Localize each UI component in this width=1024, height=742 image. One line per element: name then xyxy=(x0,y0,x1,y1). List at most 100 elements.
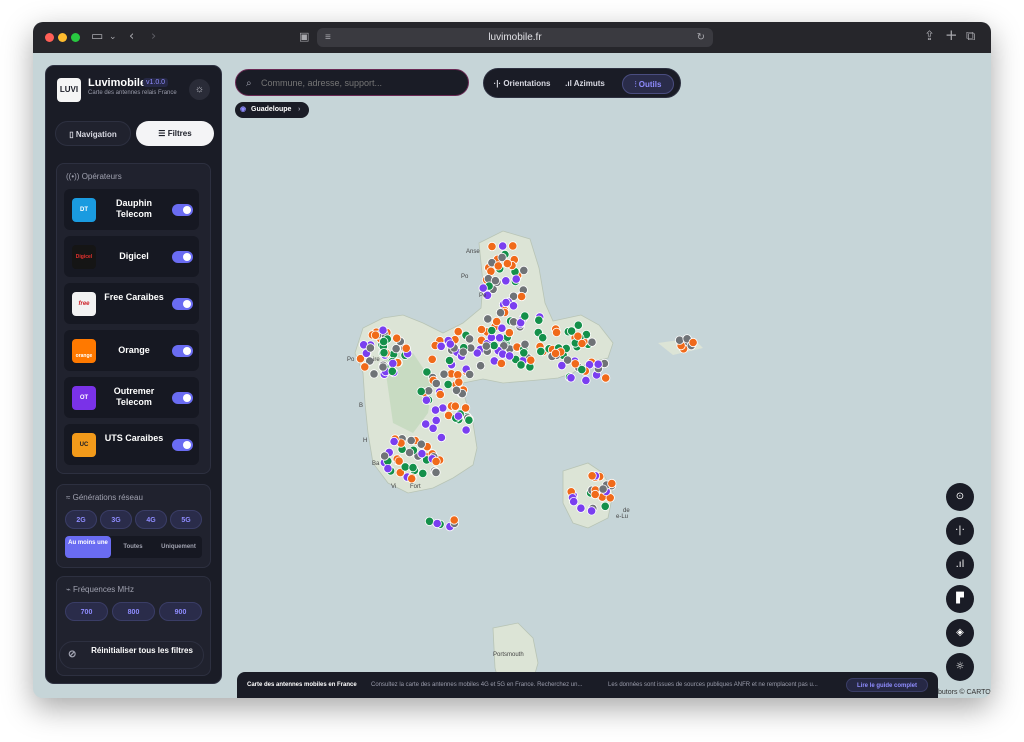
match-mode-all[interactable]: Toutes xyxy=(111,536,155,558)
antenna-marker[interactable] xyxy=(408,462,418,473)
antenna-marker[interactable] xyxy=(576,503,586,513)
antenna-marker[interactable] xyxy=(496,358,506,368)
generation-3g-button[interactable]: 3G xyxy=(100,510,132,529)
antenna-marker[interactable] xyxy=(577,364,587,375)
antenna-marker[interactable] xyxy=(600,501,610,511)
antenna-marker[interactable] xyxy=(430,405,441,415)
read-guide-button[interactable]: Lire le guide complet xyxy=(846,678,928,692)
map-attribution[interactable]: butors © CARTO xyxy=(938,689,991,696)
antenna-marker[interactable] xyxy=(501,276,511,286)
antenna-marker[interactable] xyxy=(489,340,499,351)
operator-card-uts-caraibes[interactable]: UC UTS Caraibes xyxy=(64,424,199,465)
antenna-marker[interactable] xyxy=(557,360,567,371)
antenna-marker[interactable] xyxy=(427,354,437,364)
antenna-marker[interactable] xyxy=(392,333,402,343)
antenna-marker[interactable] xyxy=(590,489,600,500)
operator-card-digicel[interactable]: Digicel Digicel xyxy=(64,236,199,277)
antenna-marker[interactable] xyxy=(379,336,389,347)
orientations-button[interactable]: ·|· Orientations xyxy=(490,74,554,94)
antenna-marker[interactable] xyxy=(688,337,698,348)
antenna-marker[interactable] xyxy=(476,324,487,335)
antenna-marker[interactable] xyxy=(573,320,583,330)
antenna-marker[interactable] xyxy=(598,484,608,494)
antenna-marker[interactable] xyxy=(383,463,393,474)
antenna-marker[interactable] xyxy=(508,241,518,251)
operator-toggle[interactable] xyxy=(172,204,193,216)
antenna-marker[interactable] xyxy=(534,315,544,325)
antenna-marker[interactable] xyxy=(593,359,603,369)
privacy-icon[interactable]: ▣ xyxy=(299,29,309,45)
antenna-marker[interactable] xyxy=(387,366,397,376)
antenna-marker[interactable] xyxy=(495,308,506,318)
antenna-marker[interactable] xyxy=(454,377,464,387)
antenna-marker[interactable] xyxy=(536,346,546,356)
antenna-marker[interactable] xyxy=(502,259,512,269)
orientations-fab-button[interactable]: ·|· xyxy=(946,517,974,545)
theme-fab-button[interactable]: ☼ xyxy=(946,653,974,681)
antenna-marker[interactable] xyxy=(453,411,463,421)
antenna-marker[interactable] xyxy=(421,419,431,429)
antenna-marker[interactable] xyxy=(378,325,388,335)
locate-button[interactable]: ⊙ xyxy=(946,483,974,511)
operator-toggle[interactable] xyxy=(172,251,193,263)
generation-2g-button[interactable]: 2G xyxy=(65,510,97,529)
antenna-marker[interactable] xyxy=(431,467,441,477)
sidebar-toggle-icon[interactable]: ▭ xyxy=(91,29,103,45)
tab-overview-icon[interactable]: ⧉ xyxy=(966,29,975,45)
antenna-marker[interactable] xyxy=(516,360,526,370)
forward-icon[interactable]: › xyxy=(151,29,156,45)
operator-card-outremer-telecom[interactable]: OT Outremer Telecom xyxy=(64,377,199,418)
generation-4g-button[interactable]: 4G xyxy=(135,510,167,529)
address-bar[interactable]: ≡ luvimobile.fr ↻ xyxy=(317,28,713,47)
antenna-marker[interactable] xyxy=(526,355,536,365)
antenna-marker[interactable] xyxy=(520,339,530,349)
antenna-marker[interactable] xyxy=(538,333,548,343)
antenna-marker[interactable] xyxy=(404,447,415,458)
match-mode-at-least-one[interactable]: Au moins une xyxy=(65,536,111,558)
operator-toggle[interactable] xyxy=(172,392,193,404)
antenna-marker[interactable] xyxy=(464,334,475,344)
antenna-marker[interactable] xyxy=(401,343,411,353)
maximize-window-button[interactable] xyxy=(71,33,80,42)
share-icon[interactable]: ⇪ xyxy=(924,29,935,45)
operator-card-orange[interactable]: orange Orange xyxy=(64,330,199,371)
antenna-marker[interactable] xyxy=(487,325,497,336)
antenna-marker[interactable] xyxy=(365,343,375,353)
region-selector[interactable]: ◉ Guadeloupe › xyxy=(235,102,309,118)
operator-toggle[interactable] xyxy=(172,345,193,357)
reload-icon[interactable]: ↻ xyxy=(697,28,705,47)
antenna-marker[interactable] xyxy=(566,373,576,383)
antenna-marker[interactable] xyxy=(421,395,431,405)
antenna-marker[interactable] xyxy=(573,331,583,341)
antenna-marker[interactable] xyxy=(418,468,428,478)
antenna-marker[interactable] xyxy=(431,456,441,466)
frequency-700-button[interactable]: 700 xyxy=(65,602,108,621)
antenna-marker[interactable] xyxy=(436,341,446,351)
outils-button[interactable]: ⫶ Outils xyxy=(622,74,674,94)
theme-toggle-button[interactable]: ☼ xyxy=(189,79,210,100)
antenna-marker[interactable] xyxy=(516,291,527,302)
antenna-marker[interactable] xyxy=(435,389,445,400)
antenna-marker[interactable] xyxy=(449,515,459,525)
antenna-marker[interactable] xyxy=(424,516,435,526)
antenna-marker[interactable] xyxy=(416,439,426,449)
antenna-marker[interactable] xyxy=(587,471,597,481)
antenna-marker[interactable] xyxy=(417,449,427,459)
map-view[interactable]: Anse Po Pe Po ire B H Ba Vi Fort de e-Lu… xyxy=(33,53,991,698)
antenna-marker[interactable] xyxy=(475,361,486,371)
antenna-marker[interactable] xyxy=(461,425,471,435)
antenna-marker[interactable] xyxy=(407,474,417,484)
antenna-marker[interactable] xyxy=(498,241,508,251)
antenna-marker[interactable] xyxy=(674,335,685,345)
minimize-window-button[interactable] xyxy=(58,33,67,42)
antenna-marker[interactable] xyxy=(431,378,441,388)
antenna-marker[interactable] xyxy=(481,341,491,351)
generation-5g-button[interactable]: 5G xyxy=(170,510,202,529)
antenna-marker[interactable] xyxy=(444,355,455,366)
antenna-marker[interactable] xyxy=(436,432,446,443)
antenna-marker[interactable] xyxy=(388,358,398,368)
operator-toggle[interactable] xyxy=(172,298,193,310)
antenna-marker[interactable] xyxy=(464,415,474,425)
antenna-marker[interactable] xyxy=(458,347,468,357)
antenna-marker[interactable] xyxy=(490,276,500,286)
